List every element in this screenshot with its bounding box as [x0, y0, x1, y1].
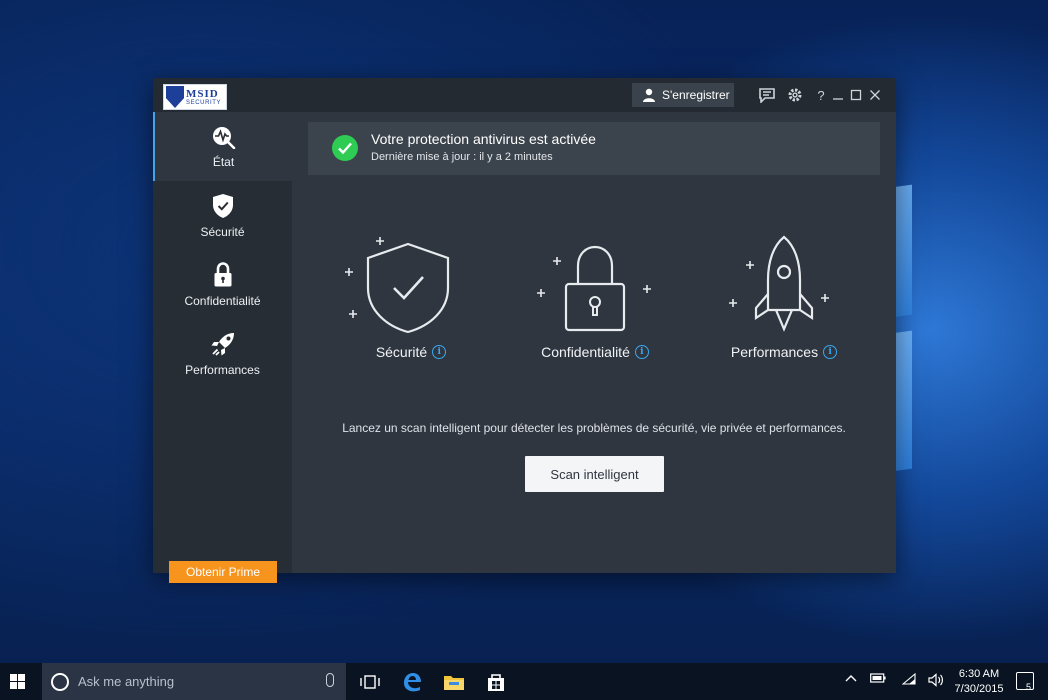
- settings-gear-icon[interactable]: [787, 87, 803, 103]
- edge-browser-icon[interactable]: [400, 670, 424, 694]
- sidebar-item-label: Performances: [185, 362, 260, 377]
- feature-confidentialite[interactable]: Confidentialité i: [520, 228, 670, 368]
- logo-text-main: MSID: [186, 87, 219, 100]
- shield-check-icon: [345, 237, 450, 334]
- microphone-icon[interactable]: [326, 673, 334, 687]
- info-icon[interactable]: i: [432, 345, 447, 359]
- checkmark-circle-icon: [332, 135, 358, 161]
- smart-scan-button[interactable]: Scan intelligent: [525, 456, 664, 492]
- battery-icon[interactable]: [870, 673, 886, 686]
- sidebar-item-performances[interactable]: Performances: [153, 319, 292, 388]
- taskbar: Ask me anything 6:30 AM 7/30/2015 5: [0, 663, 1048, 700]
- protection-status-banner: Votre protection antivirus est activée D…: [308, 122, 880, 175]
- info-icon[interactable]: i: [634, 345, 649, 359]
- pulse-icon: [212, 126, 235, 149]
- feature-confidentialite-label: Confidentialité: [541, 344, 630, 360]
- sidebar-item-confidentialite[interactable]: Confidentialité: [153, 250, 292, 319]
- search-placeholder: Ask me anything: [78, 674, 175, 689]
- feature-label: Sécurité i: [336, 344, 486, 360]
- close-icon[interactable]: [867, 87, 883, 103]
- register-button[interactable]: S'enregistrer: [632, 83, 734, 107]
- feature-securite[interactable]: Sécurité i: [336, 228, 486, 368]
- lock-icon: [214, 261, 231, 286]
- logo-text-sub: SECURITY: [186, 99, 222, 106]
- sidebar: État Sécurité Confidentialité Performanc…: [153, 112, 292, 583]
- feature-label: Confidentialité i: [520, 344, 670, 360]
- status-subtitle: Dernière mise à jour : il y a 2 minutes: [371, 151, 553, 163]
- get-prime-button[interactable]: Obtenir Prime: [169, 561, 277, 583]
- action-center-icon[interactable]: [1016, 672, 1034, 690]
- antivirus-window: MSID SECURITY S'enregistrer ? État Sécur…: [153, 78, 896, 583]
- maximize-icon[interactable]: [848, 87, 864, 103]
- wifi-icon[interactable]: [901, 672, 916, 688]
- sidebar-item-label: Sécurité: [200, 224, 245, 239]
- logo-shield-icon: [166, 86, 184, 108]
- cortana-icon: [51, 672, 69, 691]
- sidebar-item-securite[interactable]: Sécurité: [153, 181, 292, 250]
- sidebar-item-label: Confidentialité: [184, 293, 261, 308]
- feature-performances[interactable]: Performances i: [709, 228, 859, 368]
- windows-start-icon[interactable]: [10, 674, 26, 690]
- notification-count-badge: 5: [1026, 682, 1032, 692]
- rocket-icon: [211, 332, 234, 356]
- feature-label: Performances i: [709, 344, 859, 360]
- sidebar-item-etat[interactable]: État: [153, 112, 292, 181]
- sidebar-item-label: État: [212, 154, 235, 169]
- padlock-icon: [537, 245, 651, 332]
- feature-performances-label: Performances: [730, 344, 819, 360]
- feedback-icon[interactable]: [759, 87, 775, 103]
- help-icon[interactable]: ?: [813, 87, 829, 103]
- cortana-search-box[interactable]: Ask me anything: [42, 663, 346, 700]
- store-icon[interactable]: [484, 670, 508, 694]
- clock-time: 6:30 AM: [958, 668, 1000, 680]
- brand-logo: MSID SECURITY: [163, 84, 227, 110]
- windows-wallpaper-logo: [892, 184, 1048, 476]
- system-clock[interactable]: 6:30 AM 7/30/2015: [953, 667, 1005, 697]
- scan-description: Lancez un scan intelligent pour détecter…: [342, 421, 846, 435]
- status-title: Votre protection antivirus est activée: [371, 131, 596, 147]
- title-bar: MSID SECURITY S'enregistrer ?: [153, 78, 896, 112]
- volume-icon[interactable]: [928, 673, 944, 690]
- info-icon[interactable]: i: [823, 345, 838, 359]
- minimize-icon[interactable]: [830, 87, 846, 103]
- file-explorer-icon[interactable]: [442, 670, 466, 694]
- rocket-icon: [729, 235, 829, 332]
- clock-date: 7/30/2015: [954, 683, 1004, 695]
- show-hidden-icons-chevron-icon[interactable]: [845, 673, 857, 686]
- help-symbol: ?: [817, 87, 825, 103]
- feature-securite-label: Sécurité: [375, 344, 428, 360]
- register-label: S'enregistrer: [662, 88, 730, 102]
- task-view-icon[interactable]: [358, 670, 382, 694]
- user-icon: [643, 88, 655, 102]
- shield-check-icon: [212, 193, 233, 218]
